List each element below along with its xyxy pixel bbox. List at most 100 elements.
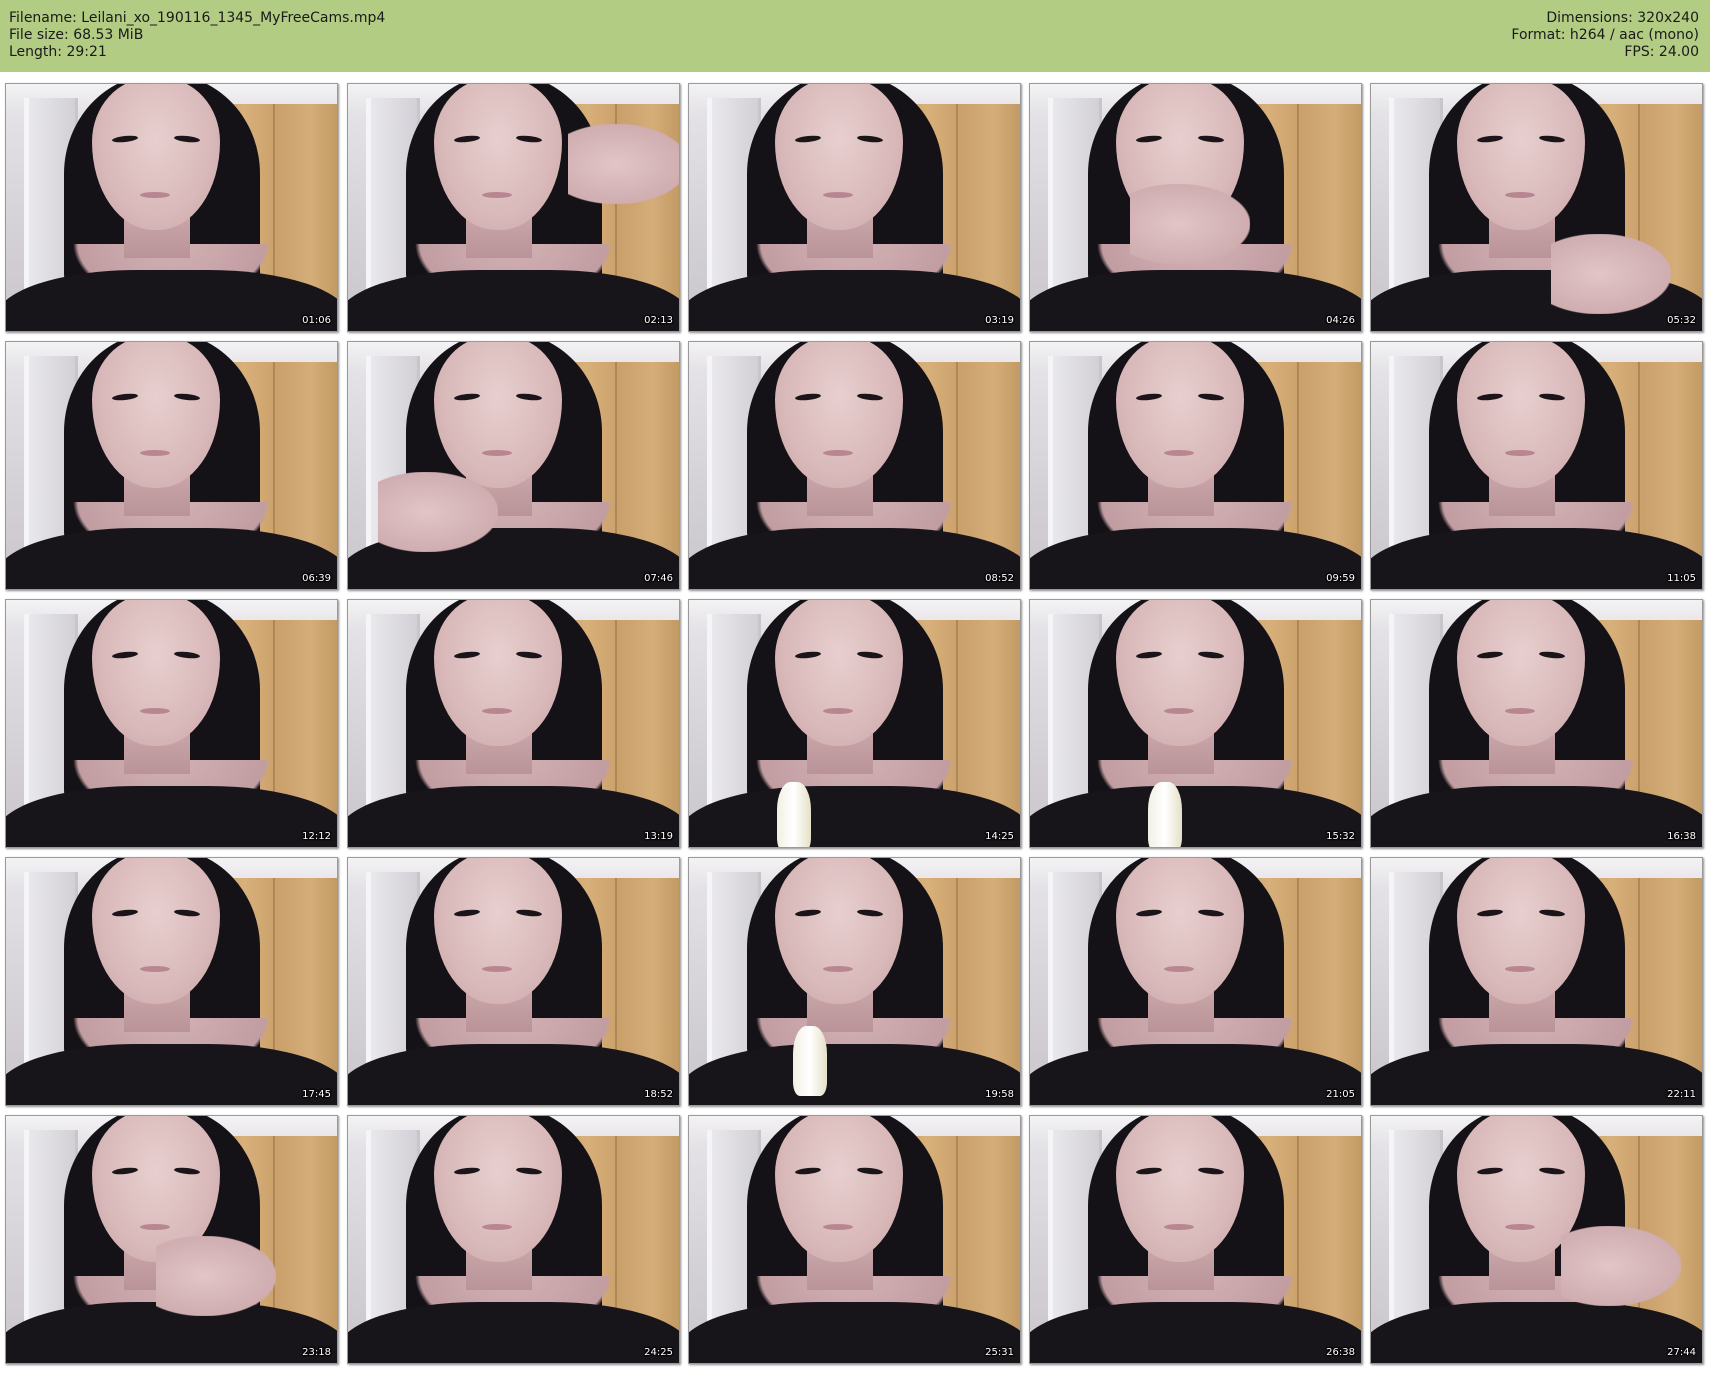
video-thumbnail[interactable]: 17:45 <box>5 857 338 1106</box>
black-top <box>689 786 1020 847</box>
video-thumbnail[interactable]: 21:05 <box>1029 857 1362 1106</box>
mouth <box>482 450 512 456</box>
black-top <box>348 1302 679 1363</box>
video-thumbnail[interactable]: 19:58 <box>688 857 1021 1106</box>
mouth <box>823 708 853 714</box>
mouth <box>482 192 512 198</box>
dimensions-text: Dimensions: 320x240 <box>1546 10 1699 26</box>
banana <box>777 782 811 847</box>
mouth <box>1505 966 1535 972</box>
video-thumbnail[interactable]: 22:11 <box>1370 857 1703 1106</box>
mouth <box>1505 1224 1535 1230</box>
video-thumbnail[interactable]: 07:46 <box>347 341 680 590</box>
mouth <box>823 192 853 198</box>
banana <box>793 1026 827 1096</box>
black-top <box>348 270 679 331</box>
thumbnail-timestamp: 01:06 <box>302 315 331 326</box>
video-thumbnail[interactable]: 05:32 <box>1370 83 1703 332</box>
black-top <box>6 786 337 847</box>
black-top <box>1371 786 1702 847</box>
black-top <box>689 1302 1020 1363</box>
thumbnail-timestamp: 14:25 <box>985 831 1014 842</box>
black-top <box>1371 528 1702 589</box>
thumbnail-timestamp: 26:38 <box>1326 1347 1355 1358</box>
thumbnail-timestamp: 05:32 <box>1667 315 1696 326</box>
hand <box>1551 234 1671 314</box>
mouth <box>1164 450 1194 456</box>
hand <box>1130 184 1250 264</box>
black-top <box>1371 1044 1702 1105</box>
filename-text: Filename: Leilani_xo_190116_1345_MyFreeC… <box>9 10 386 26</box>
thumbnail-timestamp: 12:12 <box>302 831 331 842</box>
mouth <box>823 966 853 972</box>
mouth <box>482 966 512 972</box>
black-top <box>1030 1302 1361 1363</box>
mouth <box>1505 450 1535 456</box>
video-thumbnail[interactable]: 23:18 <box>5 1115 338 1364</box>
video-thumbnail[interactable]: 04:26 <box>1029 83 1362 332</box>
thumbnail-timestamp: 21:05 <box>1326 1089 1355 1100</box>
thumbnail-timestamp: 04:26 <box>1326 315 1355 326</box>
video-thumbnail[interactable]: 27:44 <box>1370 1115 1703 1364</box>
hand <box>156 1236 276 1316</box>
mouth <box>1164 966 1194 972</box>
mouth <box>482 708 512 714</box>
mouth <box>140 450 170 456</box>
hand <box>378 472 498 552</box>
video-thumbnail[interactable]: 02:13 <box>347 83 680 332</box>
mouth <box>1164 1224 1194 1230</box>
thumbnail-grid: 01:06 02:13 03:19 04:26 05:32 06:39 07:46 08:52… <box>0 72 1710 1373</box>
file-info: Filename: Leilani_xo_190116_1345_MyFreeC… <box>9 10 385 61</box>
thumbnail-timestamp: 15:32 <box>1326 831 1355 842</box>
video-thumbnail[interactable]: 24:25 <box>347 1115 680 1364</box>
format-text: Format: h264 / aac (mono) <box>1511 27 1699 43</box>
black-top <box>348 786 679 847</box>
black-top <box>689 270 1020 331</box>
mouth <box>823 1224 853 1230</box>
thumbnail-timestamp: 23:18 <box>302 1347 331 1358</box>
thumbnail-timestamp: 22:11 <box>1667 1089 1696 1100</box>
fps-text: FPS: 24.00 <box>1624 44 1699 60</box>
thumbnail-timestamp: 17:45 <box>302 1089 331 1100</box>
black-top <box>689 1044 1020 1105</box>
video-thumbnail[interactable]: 18:52 <box>347 857 680 1106</box>
info-header: Filename: Leilani_xo_190116_1345_MyFreeC… <box>0 0 1710 72</box>
thumbnail-timestamp: 27:44 <box>1667 1347 1696 1358</box>
video-thumbnail[interactable]: 25:31 <box>688 1115 1021 1364</box>
video-thumbnail[interactable]: 01:06 <box>5 83 338 332</box>
video-thumbnail[interactable]: 11:05 <box>1370 341 1703 590</box>
file-size-text: File size: 68.53 MiB <box>9 27 144 43</box>
banana <box>1148 782 1182 847</box>
thumbnail-timestamp: 13:19 <box>644 831 673 842</box>
black-top <box>348 1044 679 1105</box>
thumbnail-timestamp: 18:52 <box>644 1089 673 1100</box>
video-thumbnail[interactable]: 06:39 <box>5 341 338 590</box>
black-top <box>1030 528 1361 589</box>
black-top <box>6 1044 337 1105</box>
video-thumbnail[interactable]: 12:12 <box>5 599 338 848</box>
stream-info: Dimensions: 320x240 Format: h264 / aac (… <box>1511 10 1699 61</box>
length-text: Length: 29:21 <box>9 44 107 60</box>
video-thumbnail[interactable]: 16:38 <box>1370 599 1703 848</box>
thumbnail-timestamp: 03:19 <box>985 315 1014 326</box>
thumbnail-timestamp: 24:25 <box>644 1347 673 1358</box>
thumbnail-timestamp: 06:39 <box>302 573 331 584</box>
hand <box>1561 1226 1681 1306</box>
mouth <box>140 708 170 714</box>
video-thumbnail[interactable]: 09:59 <box>1029 341 1362 590</box>
video-thumbnail[interactable]: 13:19 <box>347 599 680 848</box>
mouth <box>482 1224 512 1230</box>
mouth <box>823 450 853 456</box>
black-top <box>6 270 337 331</box>
video-thumbnail[interactable]: 14:25 <box>688 599 1021 848</box>
video-thumbnail[interactable]: 15:32 <box>1029 599 1362 848</box>
thumbnail-timestamp: 08:52 <box>985 573 1014 584</box>
mouth <box>140 966 170 972</box>
hand <box>568 124 679 204</box>
video-thumbnail[interactable]: 26:38 <box>1029 1115 1362 1364</box>
mouth <box>1505 708 1535 714</box>
mouth <box>1164 708 1194 714</box>
video-thumbnail[interactable]: 03:19 <box>688 83 1021 332</box>
video-thumbnail[interactable]: 08:52 <box>688 341 1021 590</box>
thumbnail-timestamp: 02:13 <box>644 315 673 326</box>
